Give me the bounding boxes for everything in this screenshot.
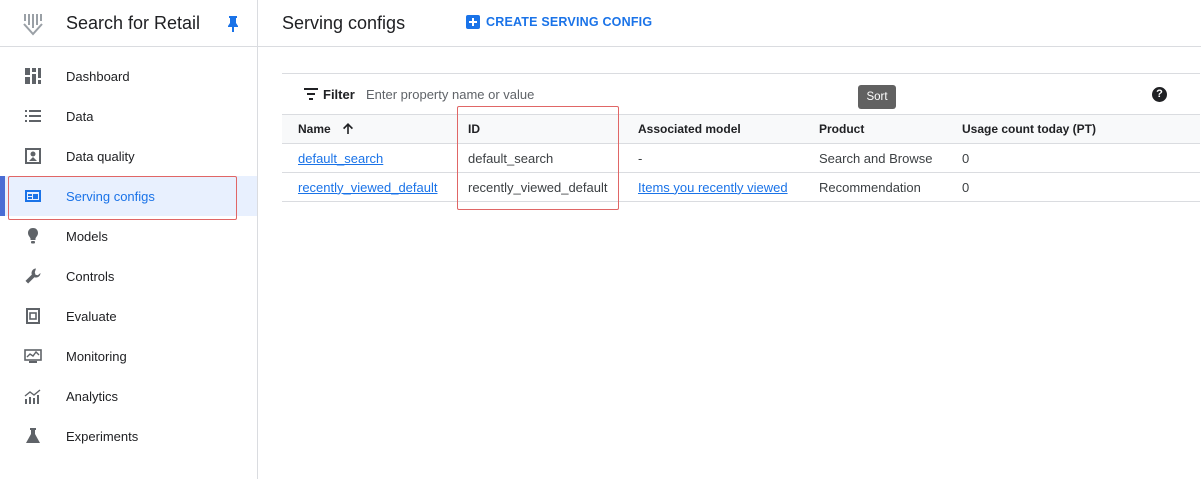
sidebar-item-data[interactable]: Data xyxy=(0,96,257,136)
config-name-link[interactable]: default_search xyxy=(298,151,383,166)
arrow-up-icon[interactable] xyxy=(342,122,354,135)
sidebar-item-label: Evaluate xyxy=(66,308,117,324)
sidebar-nav: Dashboard Data Data quality Serving conf… xyxy=(0,56,257,456)
sidebar-item-monitoring[interactable]: Monitoring xyxy=(0,336,257,376)
config-id: recently_viewed_default xyxy=(468,179,608,195)
main-content: Serving configs CREATE SERVING CONFIG Fi… xyxy=(258,0,1201,479)
serving-configs-icon xyxy=(25,190,41,202)
sidebar-item-label: Models xyxy=(66,228,108,244)
sidebar-item-label: Data xyxy=(66,108,94,124)
sidebar-item-evaluate[interactable]: Evaluate xyxy=(0,296,257,336)
product-value: Search and Browse xyxy=(819,150,933,166)
column-header-label: Name xyxy=(298,122,331,136)
column-header-label: Usage count today (PT) xyxy=(962,122,1097,136)
sort-tooltip: Sort xyxy=(858,85,896,109)
wrench-icon xyxy=(25,268,41,284)
product-value: Recommendation xyxy=(819,179,921,195)
filter-label: Filter xyxy=(323,87,355,102)
sidebar-item-dashboard[interactable]: Dashboard xyxy=(0,56,257,96)
monitoring-icon xyxy=(24,349,42,363)
list-icon xyxy=(25,110,41,122)
sidebar-item-label: Analytics xyxy=(66,388,119,404)
create-button-label: CREATE SERVING CONFIG xyxy=(486,15,653,29)
column-header-name[interactable]: Name xyxy=(282,115,452,144)
sidebar-item-label: Controls xyxy=(66,268,115,284)
sidebar-item-experiments[interactable]: Experiments xyxy=(0,416,257,456)
column-header-label: ID xyxy=(468,122,480,136)
page-title: Serving configs xyxy=(282,13,406,33)
retail-logo-icon xyxy=(23,14,43,36)
lightbulb-icon xyxy=(28,228,38,244)
table-row: default_search default_search - Search a… xyxy=(282,144,1200,173)
sidebar-item-label: Monitoring xyxy=(66,348,127,364)
filter-input[interactable] xyxy=(366,83,786,105)
sidebar-item-controls[interactable]: Controls xyxy=(0,256,257,296)
data-quality-icon xyxy=(25,148,41,164)
sidebar-item-models[interactable]: Models xyxy=(0,216,257,256)
associated-model-link[interactable]: Items you recently viewed xyxy=(638,180,788,195)
create-serving-config-button[interactable]: CREATE SERVING CONFIG xyxy=(466,15,652,29)
column-header-label: Associated model xyxy=(638,122,741,136)
column-header-product[interactable]: Product xyxy=(803,115,946,144)
table-header-row: Name ID Associated model Product Usage c… xyxy=(282,114,1200,144)
filter-icon xyxy=(304,88,318,100)
sidebar-item-label: Experiments xyxy=(66,428,139,444)
pin-icon[interactable] xyxy=(226,15,240,33)
help-icon[interactable]: ? xyxy=(1152,87,1167,102)
sidebar-item-label: Serving configs xyxy=(66,188,155,204)
config-name-link[interactable]: recently_viewed_default xyxy=(298,180,437,195)
sidebar: Search for Retail Dashboard Data Data qu… xyxy=(0,0,258,479)
main-header: Serving configs CREATE SERVING CONFIG xyxy=(258,0,1201,47)
sidebar-item-label: Data quality xyxy=(66,148,135,164)
sidebar-item-analytics[interactable]: Analytics xyxy=(0,376,257,416)
config-id: default_search xyxy=(468,150,554,166)
serving-configs-table: Name ID Associated model Product Usage c… xyxy=(282,114,1200,202)
column-header-label: Product xyxy=(819,122,865,136)
sidebar-header: Search for Retail xyxy=(0,0,257,47)
sidebar-item-serving-configs[interactable]: Serving configs xyxy=(0,176,257,216)
column-header-usage[interactable]: Usage count today (PT) xyxy=(946,115,1200,144)
sidebar-item-data-quality[interactable]: Data quality xyxy=(0,136,257,176)
evaluate-icon xyxy=(26,308,40,324)
flask-icon xyxy=(26,428,40,443)
analytics-icon xyxy=(24,389,41,404)
serving-configs-table-container: Filter Sort ? Name ID Associated model P… xyxy=(282,73,1200,202)
usage-count: 0 xyxy=(962,150,970,166)
sidebar-item-label: Dashboard xyxy=(66,68,130,84)
usage-count: 0 xyxy=(962,179,970,195)
add-box-icon xyxy=(466,15,480,29)
associated-model: - xyxy=(638,150,643,166)
filter-bar: Filter Sort ? xyxy=(282,73,1200,114)
column-header-model[interactable]: Associated model xyxy=(622,115,803,144)
column-header-id[interactable]: ID xyxy=(452,115,622,144)
table-row: recently_viewed_default recently_viewed_… xyxy=(282,173,1200,202)
dashboard-icon xyxy=(25,68,41,84)
product-title: Search for Retail xyxy=(66,13,201,33)
